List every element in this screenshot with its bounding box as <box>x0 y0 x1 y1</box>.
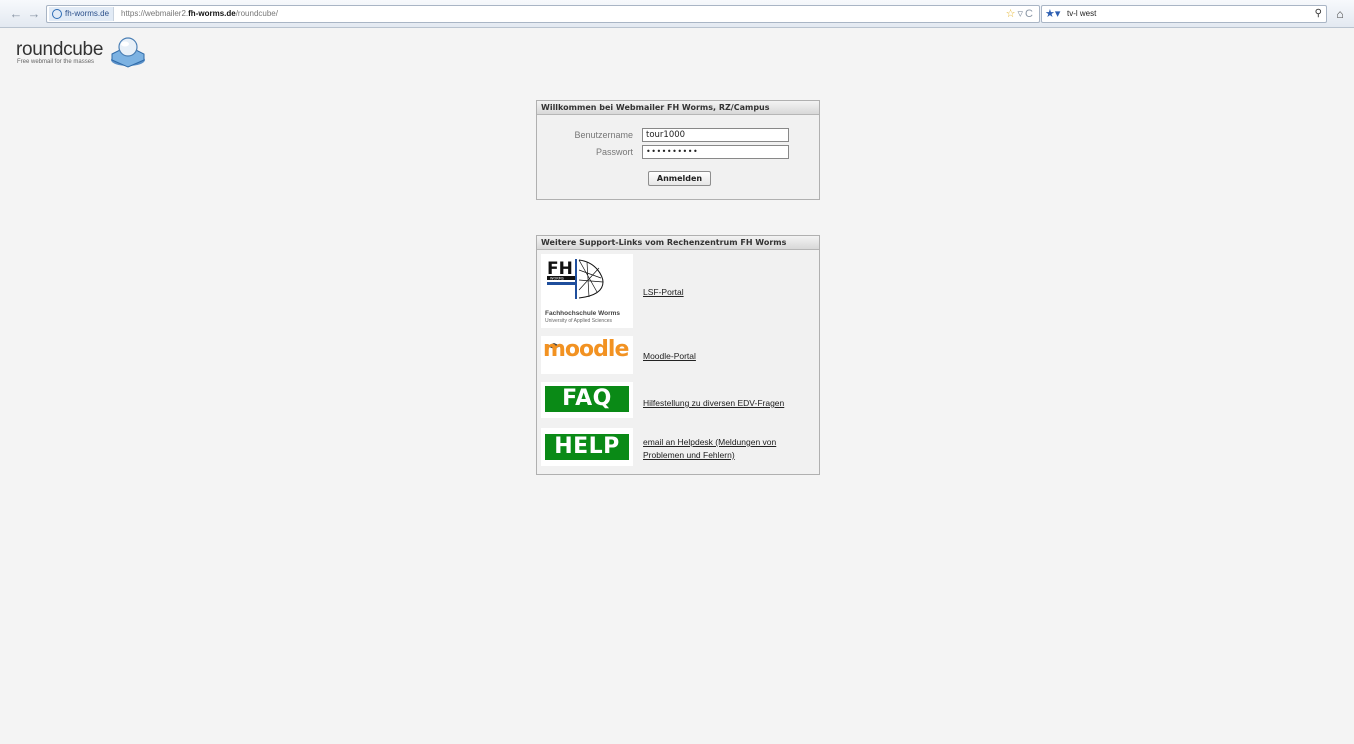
forward-arrow-icon[interactable]: → <box>26 6 42 22</box>
faq-logo[interactable]: FAQ <box>541 382 633 418</box>
page-content: roundcube Free webmail for the masses Wi… <box>4 29 1350 744</box>
search-engine-icon[interactable]: ★▾ <box>1045 7 1060 21</box>
lsf-portal-link[interactable]: LSF-Portal <box>643 286 684 299</box>
fh-logo-subtitle: University of Applied Sciences <box>545 318 612 324</box>
roundcube-cube-icon <box>111 37 145 68</box>
globe-icon <box>52 9 62 19</box>
support-links-panel: Weitere Support-Links vom Rechenzentrum … <box>536 235 820 475</box>
help-logo[interactable]: HELP <box>541 428 633 466</box>
helpdesk-link-line2: Problemen und Fehlern) <box>643 450 735 460</box>
username-label: Benutzername <box>574 130 633 140</box>
dropdown-arrow-icon[interactable]: ▿ <box>1018 8 1026 20</box>
url-actions: ☆▿C <box>1006 6 1035 22</box>
faq-link[interactable]: Hilfestellung zu diversen EDV-Fragen <box>643 397 784 410</box>
password-label: Passwort <box>595 147 633 157</box>
fh-worms-logo[interactable]: FH WORMS Fachhochschule Worms University… <box>541 254 633 328</box>
search-input[interactable]: tv-l west <box>1067 6 1096 22</box>
search-icon[interactable]: ⚲ <box>1315 7 1322 21</box>
bookmark-star-icon[interactable]: ☆ <box>1006 8 1018 20</box>
back-arrow-icon[interactable]: ← <box>8 6 24 22</box>
moodle-wordmark: moodle <box>543 337 629 362</box>
login-panel-title: Willkommen bei Webmailer FH Worms, RZ/Ca… <box>537 101 819 115</box>
url-text: https://webmailer2.fh-worms.de/roundcube… <box>121 6 278 22</box>
fh-worms-emblem-icon: FH WORMS <box>547 259 604 299</box>
fh-logo-small: WORMS <box>550 277 565 281</box>
url-path: /roundcube/ <box>235 9 278 18</box>
home-icon[interactable]: ⌂ <box>1331 5 1349 23</box>
fh-logo-title: Fachhochschule Worms <box>545 310 621 317</box>
help-badge: HELP <box>545 434 629 460</box>
address-bar[interactable]: fh-worms.de https://webmailer2.fh-worms.… <box>46 5 1040 23</box>
helpdesk-link-line1: email an Helpdesk (Meldungen von <box>643 437 777 447</box>
login-panel: Willkommen bei Webmailer FH Worms, RZ/Ca… <box>536 100 820 200</box>
search-bar[interactable]: ★▾ tv-l west ⚲ <box>1041 5 1327 23</box>
username-input[interactable]: tour1000 <box>642 128 789 142</box>
support-panel-title: Weitere Support-Links vom Rechenzentrum … <box>537 236 819 250</box>
roundcube-logo[interactable]: roundcube Free webmail for the masses <box>16 36 156 72</box>
logo-tagline: Free webmail for the masses <box>17 59 95 65</box>
site-identity-button[interactable]: fh-worms.de <box>49 7 115 21</box>
reload-icon[interactable]: C <box>1025 8 1035 20</box>
moodle-logo[interactable]: moodle <box>541 336 633 374</box>
faq-badge: FAQ <box>545 386 629 412</box>
site-identity-label: fh-worms.de <box>65 9 110 18</box>
helpdesk-link[interactable]: email an Helpdesk (Meldungen von Probleme… <box>643 436 776 462</box>
password-input[interactable]: •••••••••• <box>642 145 789 159</box>
login-button[interactable]: Anmelden <box>648 171 711 186</box>
logo-wordmark: roundcube <box>16 39 104 60</box>
url-prefix: https://webmailer2. <box>121 9 189 18</box>
moodle-portal-link[interactable]: Moodle-Portal <box>643 350 696 363</box>
url-domain: fh-worms.de <box>188 9 236 18</box>
browser-toolbar: ← → fh-worms.de https://webmailer2.fh-wo… <box>0 0 1354 28</box>
